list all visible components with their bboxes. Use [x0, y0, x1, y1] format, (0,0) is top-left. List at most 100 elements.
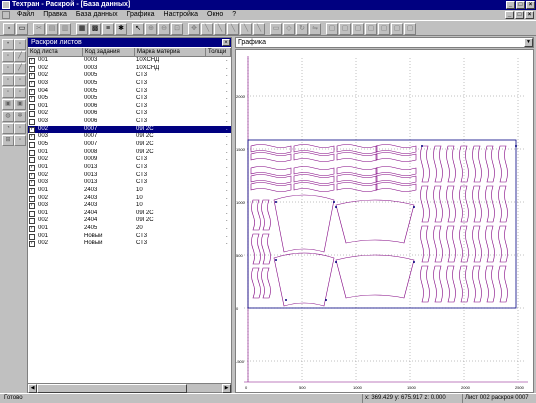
- table-row[interactable]: 002 2403 10.: [28, 195, 231, 203]
- tool-f-icon[interactable]: ╱: [14, 63, 26, 74]
- drawing-canvas[interactable]: 2000 1500 1000 500 0 -500 0 500 1000 1500 2000 2500: [235, 49, 534, 393]
- line2-icon[interactable]: ╲: [214, 23, 226, 35]
- tool-g-icon[interactable]: ▫: [2, 75, 14, 86]
- mdi-close-button[interactable]: ×: [525, 11, 534, 19]
- tool-b-icon[interactable]: ▫: [14, 39, 26, 50]
- frame2-icon[interactable]: ▢: [339, 23, 351, 35]
- col-thickness[interactable]: Толщи: [206, 48, 231, 57]
- tool-l-icon[interactable]: ▣: [14, 99, 26, 110]
- tool-d-icon[interactable]: ╱: [14, 51, 26, 62]
- menu-help[interactable]: ?: [228, 10, 240, 20]
- open-icon[interactable]: ▭: [16, 23, 28, 35]
- rotate-icon[interactable]: ↻: [296, 23, 308, 35]
- cut-icon[interactable]: ✂: [33, 23, 45, 35]
- horizontal-scrollbar[interactable]: ◀ ▶: [28, 383, 231, 393]
- menu-database[interactable]: База данных: [72, 10, 122, 20]
- tool-k-icon[interactable]: ▣: [2, 99, 14, 110]
- tool-j-icon[interactable]: ▫: [14, 87, 26, 98]
- tool-r-icon[interactable]: ▫: [14, 135, 26, 146]
- tool-o-icon[interactable]: ◔: [2, 123, 14, 134]
- tool-h-icon[interactable]: ▫: [14, 75, 26, 86]
- app-icon[interactable]: [2, 1, 10, 9]
- table-row[interactable]: 001 0008 09Г2С.: [28, 149, 231, 157]
- frame6-icon[interactable]: ▢: [391, 23, 403, 35]
- rect-icon[interactable]: ▭: [270, 23, 282, 35]
- pointer-icon[interactable]: ↖: [132, 23, 144, 35]
- line3-icon[interactable]: ╲: [227, 23, 239, 35]
- table-row[interactable]: 002 0009 СТ3.: [28, 156, 231, 164]
- table-row[interactable]: 001 Новый СТ3.: [28, 233, 231, 241]
- table-row[interactable]: 003 0006 СТ3.: [28, 118, 231, 126]
- table-row[interactable]: 003 0007 09Г2С.: [28, 133, 231, 141]
- table-row[interactable]: 002 0005 СТ3.: [28, 72, 231, 80]
- table-row[interactable]: 001 0013 СТ3.: [28, 164, 231, 172]
- scroll-thumb[interactable]: [37, 384, 187, 393]
- move-icon[interactable]: ✥: [188, 23, 200, 35]
- table-row[interactable]: 003 0013 СТ3.: [28, 179, 231, 187]
- table-row[interactable]: 001 0006 СТ3.: [28, 103, 231, 111]
- mirror-icon[interactable]: ⇋: [309, 23, 321, 35]
- tool-q-icon[interactable]: ⊞: [2, 135, 14, 146]
- tool-c-icon[interactable]: ▫: [2, 51, 14, 62]
- menu-edit[interactable]: Правка: [39, 10, 71, 20]
- tool-m-icon[interactable]: ◍: [2, 111, 14, 122]
- paste-icon[interactable]: ▥: [59, 23, 71, 35]
- frame7-icon[interactable]: ▢: [404, 23, 416, 35]
- table-row[interactable]: 001 2405 20.: [28, 225, 231, 233]
- table-row[interactable]: 002 0013 СТ3.: [28, 172, 231, 180]
- line5-icon[interactable]: ╲: [253, 23, 265, 35]
- table-row[interactable]: 002 0006 СТ3.: [28, 110, 231, 118]
- line4-icon[interactable]: ╲: [240, 23, 252, 35]
- view-select[interactable]: Графика ▼: [235, 37, 534, 48]
- tool-n-icon[interactable]: ✲: [14, 111, 26, 122]
- table-row[interactable]: 004 0005 СТ3.: [28, 88, 231, 96]
- zoom-out-icon[interactable]: ⊖: [158, 23, 170, 35]
- table-row[interactable]: 005 0005 СТ3.: [28, 95, 231, 103]
- table-row[interactable]: 003 0005 СТ3.: [28, 80, 231, 88]
- menu-settings[interactable]: Настройка: [160, 10, 202, 20]
- panel-close-button[interactable]: ×: [222, 39, 230, 46]
- dropdown-arrow-icon[interactable]: ▼: [524, 38, 533, 47]
- frame5-icon[interactable]: ▢: [378, 23, 390, 35]
- col-sheet-code[interactable]: Код листа: [28, 48, 83, 57]
- mdi-minimize-button[interactable]: _: [505, 11, 514, 19]
- table-row[interactable]: 002 2404 09Г2С.: [28, 217, 231, 225]
- mdi-restore-button[interactable]: □: [515, 11, 524, 19]
- col-material[interactable]: Марка материа: [135, 48, 206, 57]
- tool-a-icon[interactable]: •: [2, 39, 14, 50]
- table-row[interactable]: 003 2403 10.: [28, 202, 231, 210]
- scroll-right-icon[interactable]: ▶: [222, 384, 231, 393]
- menu-window[interactable]: Окно: [203, 10, 227, 20]
- table-row[interactable]: 002 0003 10ХСНД.: [28, 65, 231, 73]
- nesting-drawing[interactable]: 2000 1500 1000 500 0 -500 0 500 1000 1500 2000 2500: [236, 50, 533, 392]
- zoom-fit-icon[interactable]: ⊡: [171, 23, 183, 35]
- frame3-icon[interactable]: ▢: [352, 23, 364, 35]
- grid-icon[interactable]: ▩: [89, 23, 101, 35]
- close-button[interactable]: ×: [526, 1, 535, 9]
- table-row[interactable]: 005 0007 09Г2С.: [28, 141, 231, 149]
- menu-file[interactable]: Файл: [13, 10, 38, 20]
- table-row[interactable]: 001 2403 10.: [28, 187, 231, 195]
- table-row[interactable]: 001 0003 10ХСНД.: [28, 57, 231, 65]
- menu-graphics[interactable]: Графика: [123, 10, 159, 20]
- col-task-code[interactable]: Код задания: [83, 48, 135, 57]
- frame-icon[interactable]: ▢: [326, 23, 338, 35]
- minimize-button[interactable]: _: [506, 1, 515, 9]
- tool-p-icon[interactable]: ▫: [14, 123, 26, 134]
- tool-e-icon[interactable]: ▫: [2, 63, 14, 74]
- tool-icon[interactable]: ✱: [115, 23, 127, 35]
- table-icon[interactable]: ▦: [76, 23, 88, 35]
- table-row[interactable]: 001 2404 09Г2С.: [28, 210, 231, 218]
- table-row[interactable]: 002 0007 09Г2С.: [28, 125, 231, 134]
- frame4-icon[interactable]: ▢: [365, 23, 377, 35]
- maximize-button[interactable]: □: [516, 1, 525, 9]
- table-row[interactable]: 002 Новый СТ3.: [28, 240, 231, 248]
- node-icon[interactable]: ◇: [283, 23, 295, 35]
- scroll-left-icon[interactable]: ◀: [28, 384, 37, 393]
- zoom-icon[interactable]: ⊕: [145, 23, 157, 35]
- tool-i-icon[interactable]: ▫: [2, 87, 14, 98]
- document-icon[interactable]: [2, 11, 10, 19]
- copy-icon[interactable]: ▤: [46, 23, 58, 35]
- list-icon[interactable]: ≡: [102, 23, 114, 35]
- new-icon[interactable]: ▫: [3, 23, 15, 35]
